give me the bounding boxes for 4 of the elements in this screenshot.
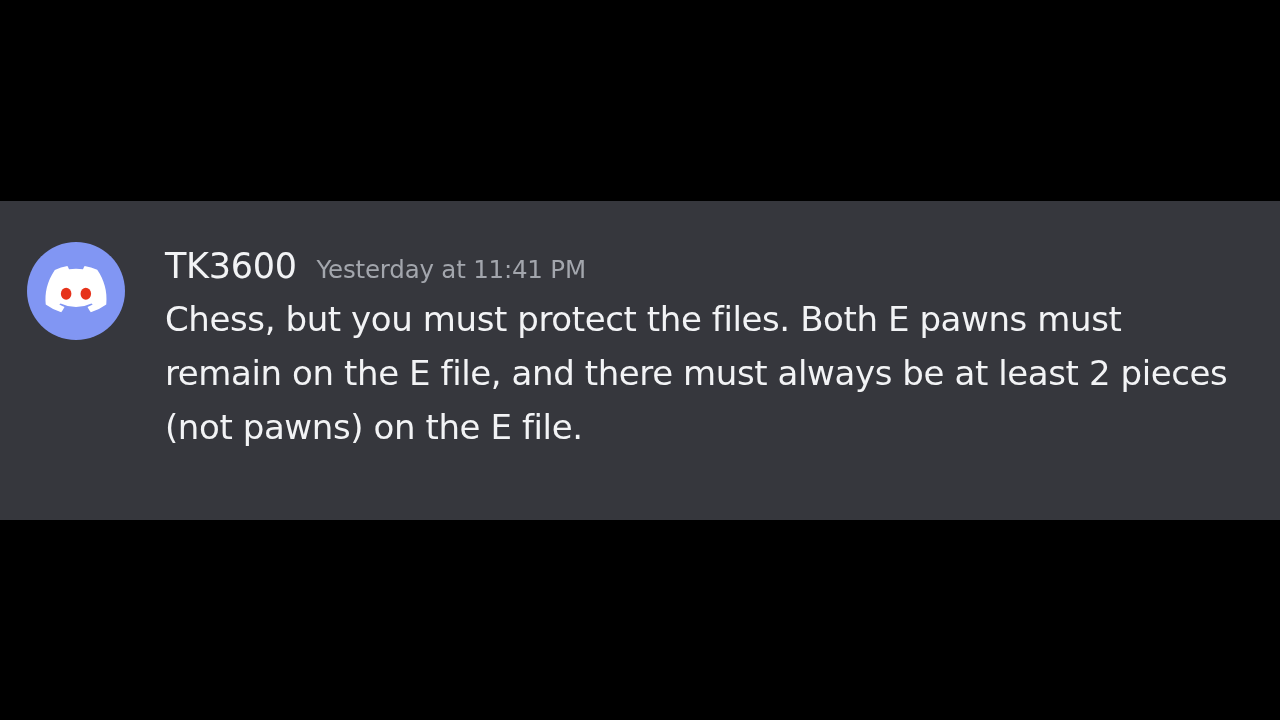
avatar-icon — [27, 242, 125, 340]
username[interactable]: TK3600 — [165, 244, 297, 288]
message-text: Chess, but you must protect the files. Both E pawns must remain on the E file, and there must always be at least 2 pieces (not pawns) on the E file. — [165, 298, 1229, 449]
timestamp: Yesterday at 11:41 PM — [316, 255, 586, 285]
